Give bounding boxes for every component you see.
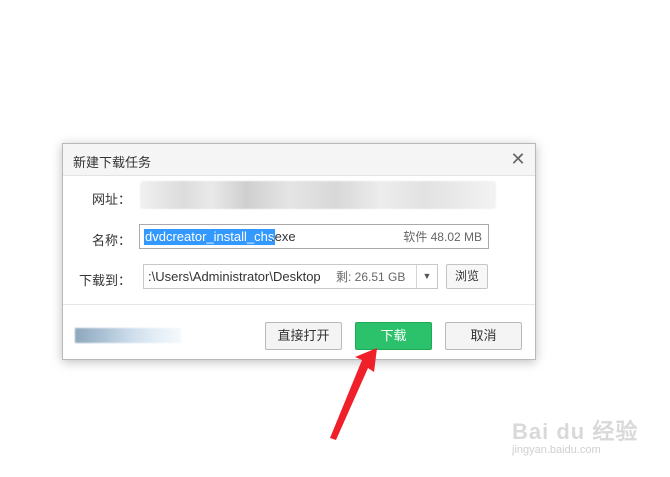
baidu-jingyan-watermark: Bai du 经验 jingyan.baidu.com	[512, 402, 652, 462]
arrow-icon	[330, 348, 377, 440]
watermark-brand: Bai du 经验	[512, 419, 639, 444]
watermark-site: jingyan.baidu.com	[512, 444, 601, 456]
